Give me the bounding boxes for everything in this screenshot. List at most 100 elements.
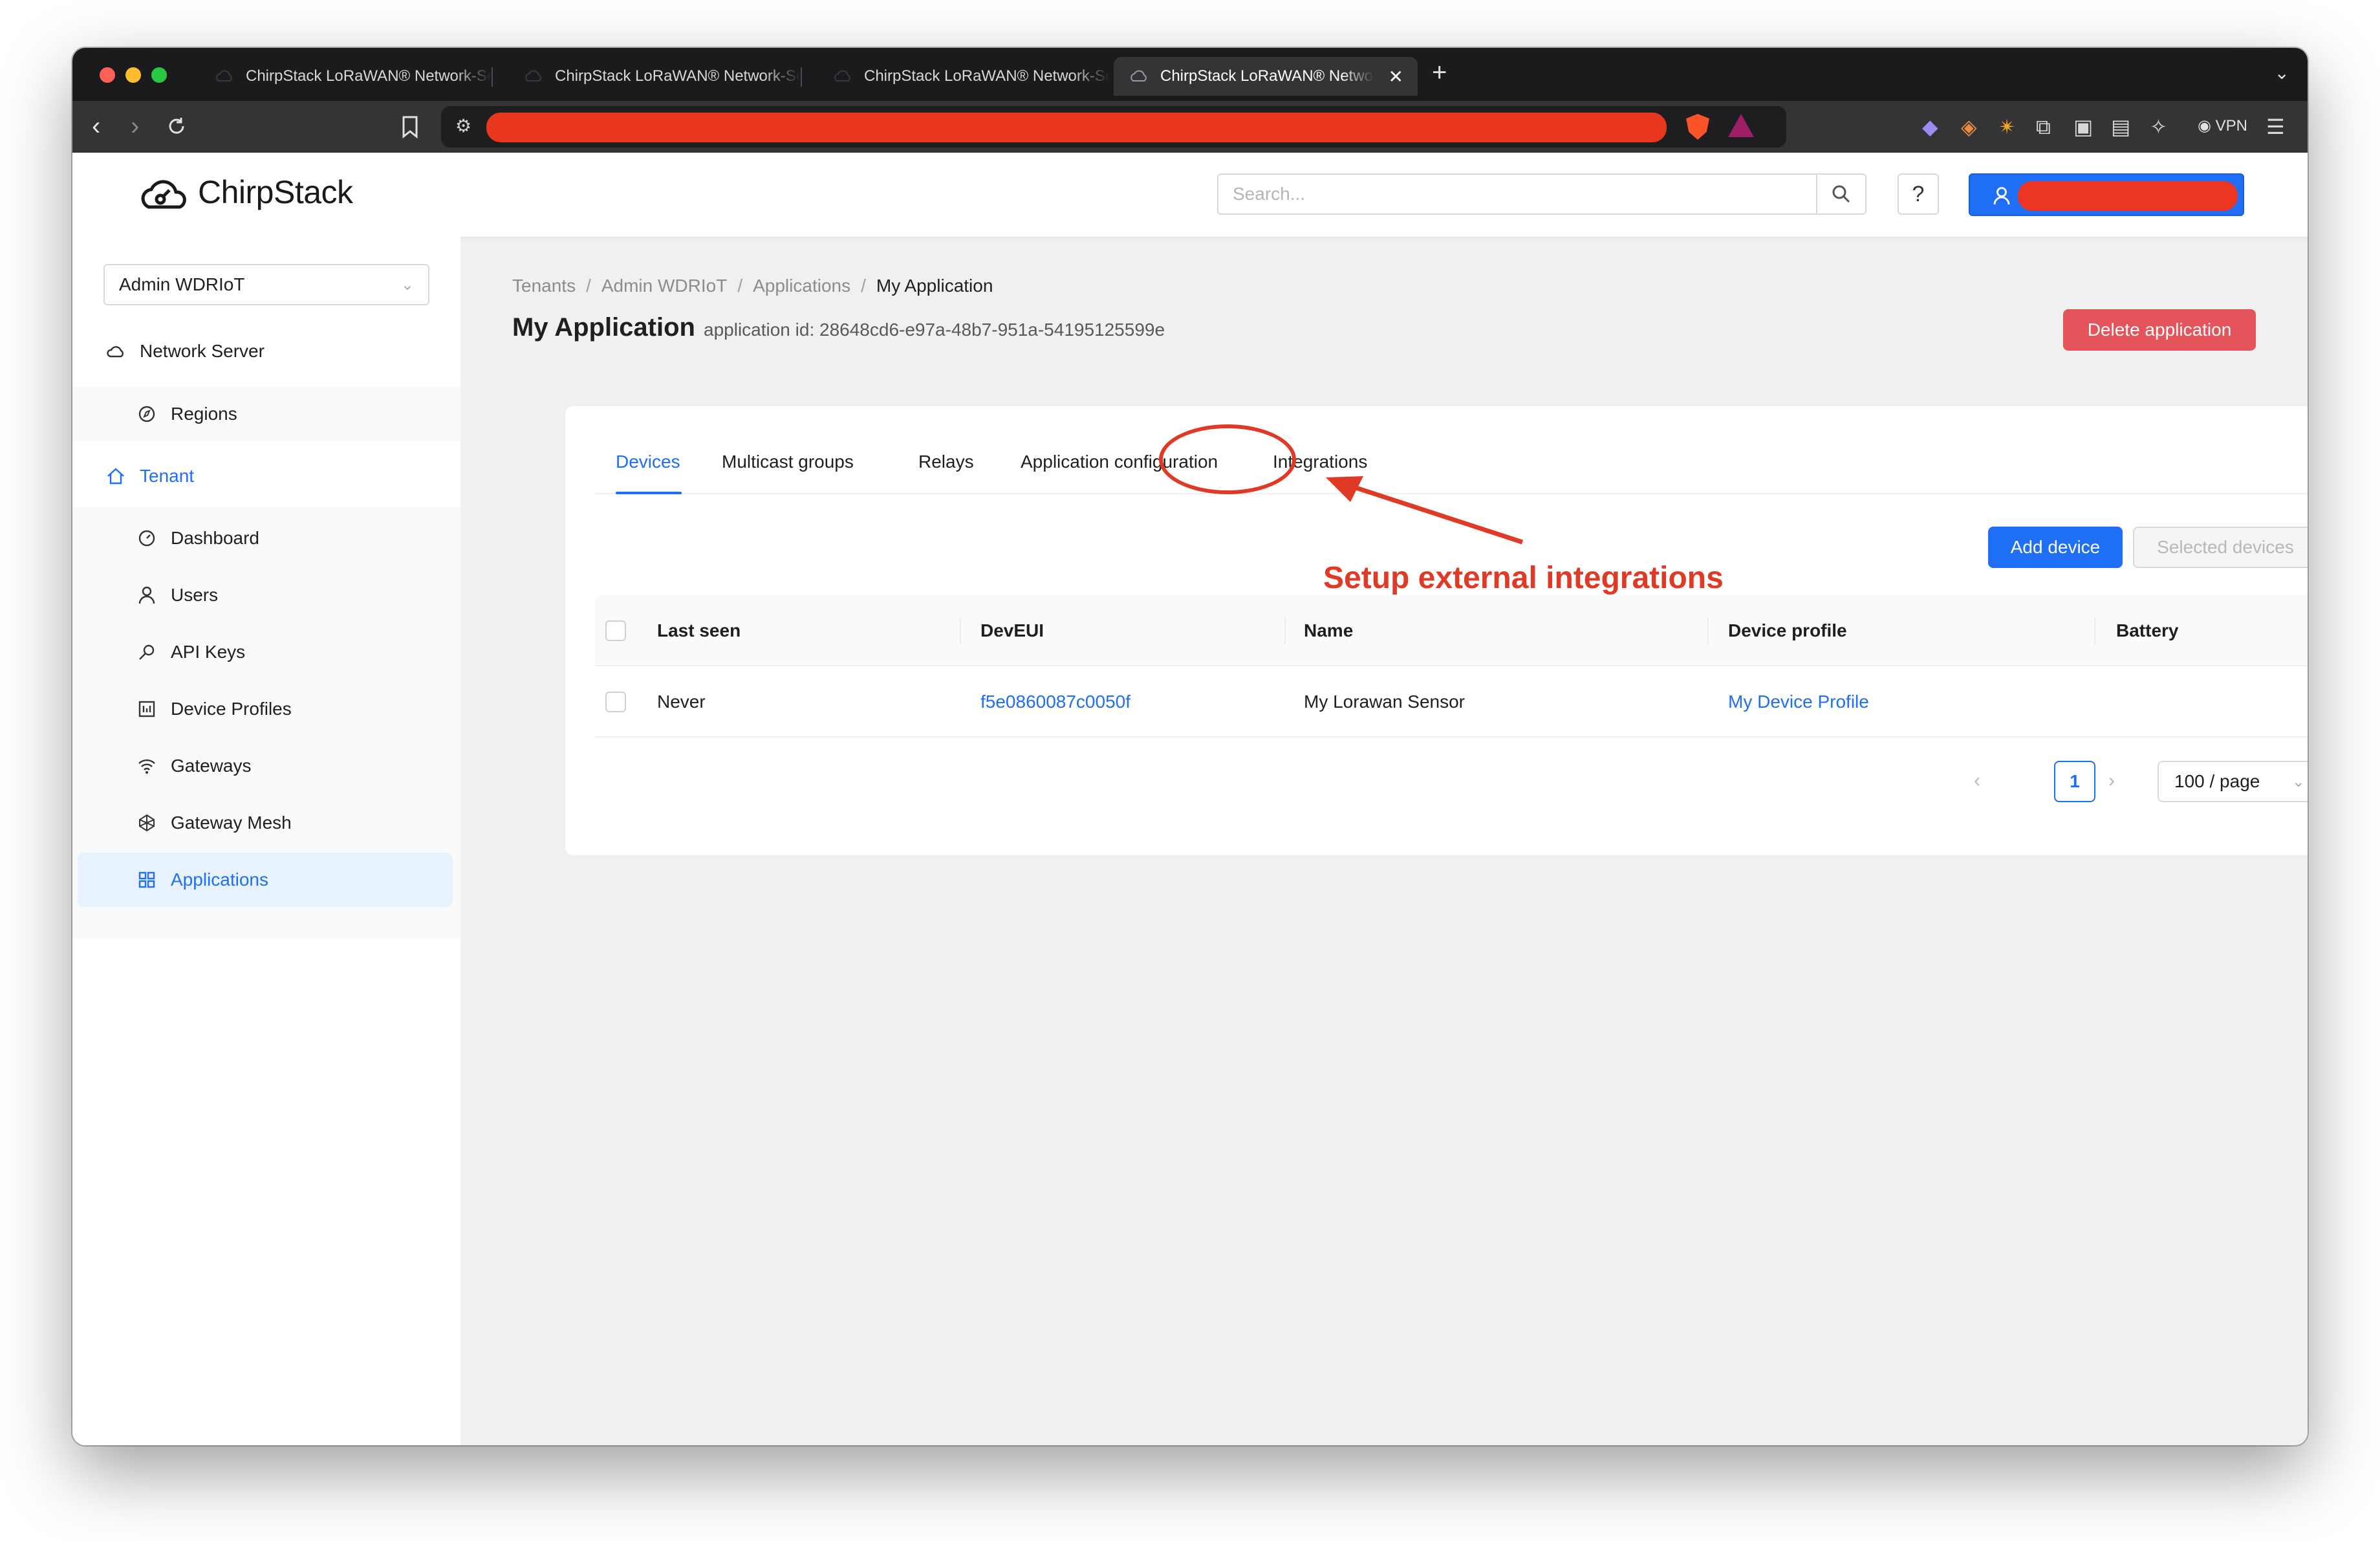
brave-rewards-icon[interactable]: [1728, 114, 1754, 137]
wallet-icon[interactable]: ▤: [2111, 115, 2130, 138]
sidebar-item-label: Gateway Mesh: [171, 813, 292, 833]
main-content: Tenants / Admin WDRIoT / Applications / …: [460, 237, 2308, 1445]
forward-icon[interactable]: ›: [131, 111, 139, 141]
sidebar-item-tenant[interactable]: Tenant: [72, 449, 460, 503]
chirpstack-favicon-icon: [834, 70, 850, 82]
maximize-window-button[interactable]: [151, 67, 167, 83]
close-window-button[interactable]: [100, 67, 115, 83]
bookmark-icon[interactable]: [401, 115, 419, 138]
extension-icon[interactable]: ✴: [1998, 115, 2016, 138]
address-bar[interactable]: ⚙: [441, 106, 1786, 148]
browser-tab-title: ChirpStack LoRaWAN® Network-Server: [1160, 67, 1374, 85]
site-settings-icon[interactable]: ⚙: [455, 115, 471, 137]
home-icon: [106, 466, 125, 486]
search-button[interactable]: [1816, 175, 1865, 213]
breadcrumb: Tenants / Admin WDRIoT / Applications / …: [512, 276, 993, 296]
logo-text: ChirpStack: [198, 174, 353, 210]
chirpstack-favicon-icon: [216, 70, 232, 82]
chevron-down-icon: ⌄: [400, 276, 414, 294]
column-header[interactable]: Last seen: [657, 595, 741, 666]
chirpstack-app: ChirpStack ? Admin WDRIoT ⌄ Net: [72, 153, 2308, 1445]
add-device-button[interactable]: Add device: [1988, 527, 2123, 568]
sidebar-item-label: Tenant: [140, 466, 195, 486]
grid-icon: [137, 870, 157, 890]
prev-page-icon[interactable]: ‹: [1974, 770, 1980, 792]
sidebar-item-label: Users: [171, 585, 219, 605]
tenant-select-value: Admin WDRIoT: [119, 274, 245, 294]
browser-tab-active[interactable]: ChirpStack LoRaWAN® Network-Server ✕: [1114, 57, 1418, 96]
breadcrumb-item[interactable]: Applications: [753, 276, 850, 296]
extensions-icon[interactable]: ⧉: [2036, 115, 2051, 138]
active-tab-indicator: [616, 492, 682, 494]
row-checkbox[interactable]: [605, 692, 626, 712]
search-input[interactable]: [1218, 175, 1817, 213]
sidebar-item-api-keys[interactable]: API Keys: [72, 625, 460, 679]
sidebar-item-label: Dashboard: [171, 528, 259, 548]
sidebar-item-network-server[interactable]: Network Server: [72, 324, 460, 378]
compass-icon: [137, 404, 157, 424]
user-menu-button[interactable]: [1969, 173, 2244, 216]
user-icon: [1993, 187, 2010, 205]
column-header[interactable]: Name: [1304, 595, 1353, 666]
selected-devices-button[interactable]: Selected devices: [2133, 527, 2308, 568]
browser-tab[interactable]: ChirpStack LoRaWAN® Network-Server: [817, 57, 1114, 96]
help-button[interactable]: ?: [1898, 173, 1939, 215]
row-select-cell: [605, 666, 626, 738]
tenant-select[interactable]: Admin WDRIoT ⌄: [103, 264, 429, 305]
sidebar-item-regions[interactable]: Regions: [72, 387, 460, 441]
extension-icon[interactable]: ◆: [1922, 115, 1938, 138]
column-header[interactable]: Device profile: [1728, 595, 1847, 666]
tab-list-chevron-icon[interactable]: ⌄: [2275, 62, 2289, 83]
table-row[interactable]: Never f5e0860087c0050f My Lorawan Sensor…: [595, 666, 2308, 738]
back-icon[interactable]: ‹: [92, 111, 100, 141]
chirpstack-logo[interactable]: ChirpStack: [137, 171, 353, 213]
page-number-current[interactable]: 1: [2054, 761, 2095, 802]
reload-icon[interactable]: [166, 115, 188, 137]
browser-tab[interactable]: ChirpStack LoRaWAN® Network-Server: [199, 57, 495, 96]
browser-tab-title: ChirpStack LoRaWAN® Network-Server: [555, 67, 801, 85]
brave-shields-icon[interactable]: [1686, 114, 1709, 140]
menu-icon[interactable]: ☰: [2266, 115, 2285, 138]
select-all-checkbox[interactable]: [605, 620, 626, 641]
browser-tab[interactable]: ChirpStack LoRaWAN® Network-Server: [508, 57, 805, 96]
tab-multicast-groups[interactable]: Multicast groups: [722, 452, 854, 472]
sidebar-item-users[interactable]: Users: [72, 568, 460, 622]
column-header[interactable]: DevEUI: [980, 595, 1044, 666]
sidebar-item-gateway-mesh[interactable]: Gateway Mesh: [72, 796, 460, 850]
sidebar-item-label: Applications: [171, 869, 268, 890]
chirpstack-cloud-icon: [141, 180, 186, 209]
devices-table: Last seen DevEUI Name Device profile Bat…: [595, 595, 2308, 738]
column-divider: [2094, 617, 2095, 644]
sidebar-item-gateways[interactable]: Gateways: [72, 739, 460, 793]
next-page-icon[interactable]: ›: [2108, 770, 2115, 792]
page-size-select[interactable]: 100 / page ⌄: [2158, 761, 2308, 802]
select-all-cell: [605, 595, 626, 666]
sidebar-item-dashboard[interactable]: Dashboard: [72, 511, 460, 565]
cell-dev-eui-link[interactable]: f5e0860087c0050f: [980, 666, 1130, 738]
browser-tab-title: ChirpStack LoRaWAN® Network-Server: [246, 67, 492, 85]
mesh-icon: [137, 813, 157, 833]
new-tab-icon[interactable]: +: [1432, 58, 1447, 87]
metamask-icon[interactable]: ◈: [1961, 115, 1977, 138]
sidebar-icon[interactable]: ▣: [2073, 115, 2093, 138]
tab-devices[interactable]: Devices: [616, 452, 680, 472]
device-profile-icon: [137, 699, 157, 719]
cell-device-profile-link[interactable]: My Device Profile: [1728, 666, 1869, 738]
annotation-arrow-icon: [1326, 476, 1524, 545]
vpn-label: VPN: [2215, 117, 2247, 135]
close-tab-icon[interactable]: ✕: [1389, 66, 1403, 87]
delete-application-button[interactable]: Delete application: [2063, 309, 2256, 351]
breadcrumb-separator: /: [861, 276, 866, 296]
breadcrumb-separator: /: [586, 276, 591, 296]
browser-window: ChirpStack LoRaWAN® Network-Server Chirp…: [72, 48, 2308, 1445]
tab-relays[interactable]: Relays: [918, 452, 974, 472]
sidebar-item-device-profiles[interactable]: Device Profiles: [72, 682, 460, 736]
breadcrumb-item[interactable]: Admin WDRIoT: [601, 276, 727, 296]
breadcrumb-item[interactable]: Tenants: [512, 276, 576, 296]
sidebar-item-applications[interactable]: Applications: [78, 853, 453, 907]
vpn-button[interactable]: ◉ VPN: [2198, 116, 2247, 135]
minimize-window-button[interactable]: [125, 67, 141, 83]
chevron-down-icon: ⌄: [2291, 773, 2305, 791]
leo-icon[interactable]: ✧: [2150, 115, 2167, 138]
column-header[interactable]: Battery: [2116, 595, 2178, 666]
